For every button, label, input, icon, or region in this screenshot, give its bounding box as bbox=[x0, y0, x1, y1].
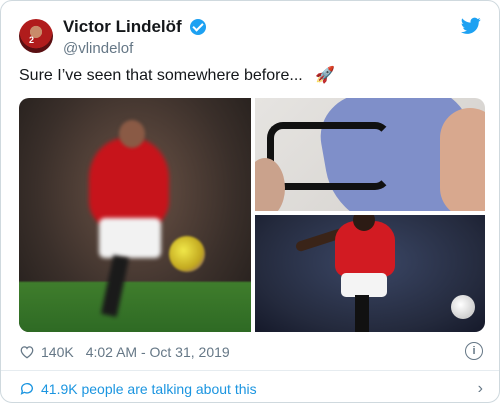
heart-icon[interactable] bbox=[19, 345, 35, 359]
author-names: Victor Lindelöf @vlindelof bbox=[63, 17, 207, 57]
player-leg-shape bbox=[355, 295, 369, 332]
user-handle[interactable]: @vlindelof bbox=[63, 40, 206, 57]
conversation-link[interactable]: 41.9K people are talking about this › bbox=[19, 379, 483, 399]
media-grid bbox=[19, 98, 485, 332]
player-leg-shape bbox=[100, 254, 130, 318]
tweet-body: Sure I’ve seen that somewhere before... bbox=[19, 67, 303, 84]
glasses-shape bbox=[267, 122, 391, 190]
ball-shape bbox=[451, 295, 475, 319]
media-image-left[interactable] bbox=[19, 98, 251, 332]
ball-shape bbox=[169, 236, 205, 272]
rocket-emoji: 🚀 bbox=[315, 67, 336, 84]
tweet-card: 2 Victor Lindelöf @vlindelof Sure I’ve s… bbox=[0, 0, 500, 403]
info-icon[interactable]: i bbox=[465, 342, 483, 360]
comment-icon bbox=[20, 383, 33, 395]
tweet-text: Sure I’ve seen that somewhere before... … bbox=[19, 65, 335, 85]
chevron-right-icon[interactable]: › bbox=[478, 380, 483, 398]
avatar[interactable]: 2 bbox=[19, 19, 53, 53]
verified-badge-icon bbox=[190, 19, 207, 35]
display-name[interactable]: Victor Lindelöf bbox=[63, 17, 182, 37]
timestamp[interactable]: 4:02 AM - Oct 31, 2019 bbox=[86, 344, 230, 360]
twitter-bird-icon[interactable] bbox=[461, 17, 481, 35]
hand-shape bbox=[440, 108, 485, 211]
player-shirt-shape bbox=[89, 138, 169, 228]
media-image-bottom-right[interactable] bbox=[255, 215, 485, 332]
avatar-badge-number: 2 bbox=[29, 35, 35, 45]
divider bbox=[1, 370, 499, 371]
player-head-shape bbox=[119, 120, 145, 148]
player-shorts-shape bbox=[99, 218, 161, 258]
player-shorts-shape bbox=[341, 273, 387, 297]
tweet-meta: 140K 4:02 AM - Oct 31, 2019 bbox=[19, 342, 230, 362]
talking-about-text[interactable]: 41.9K people are talking about this bbox=[41, 381, 257, 397]
tweet-header: 2 Victor Lindelöf @vlindelof bbox=[19, 15, 481, 59]
like-count[interactable]: 140K bbox=[41, 344, 74, 360]
media-image-top-right[interactable] bbox=[255, 98, 485, 211]
